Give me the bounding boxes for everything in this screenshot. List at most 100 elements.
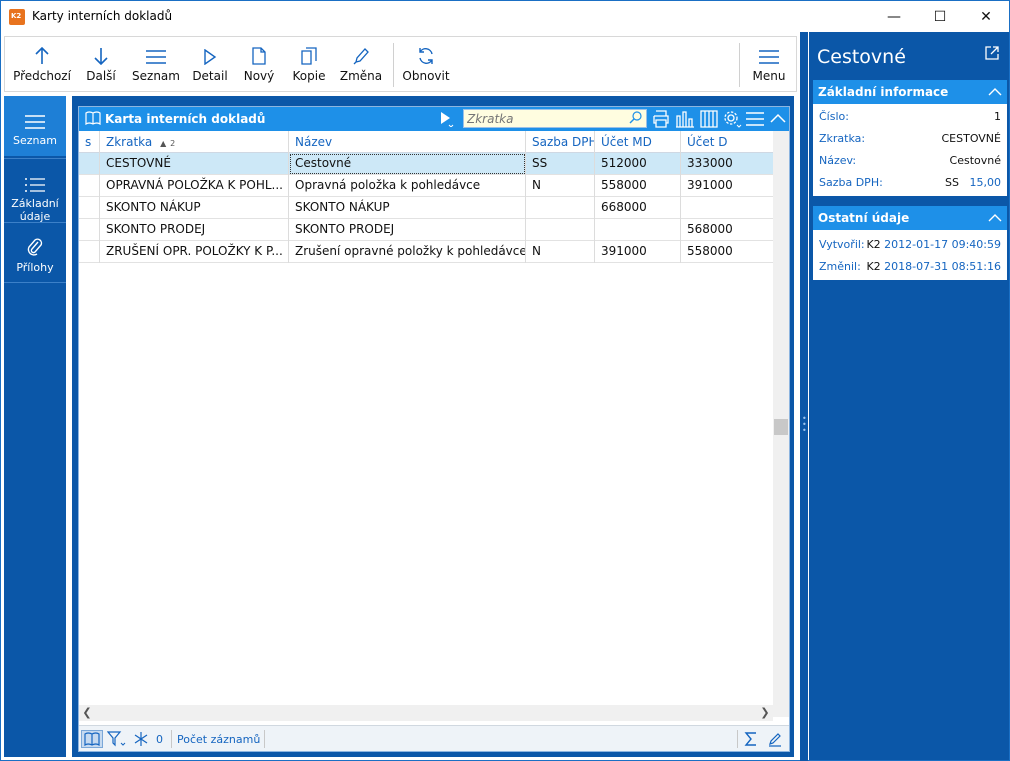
open-external-icon[interactable] [985, 46, 999, 63]
changed-user: K2 [866, 260, 881, 273]
table-row[interactable]: SKONTO PRODEJ SKONTO PRODEJ 568000 [79, 219, 773, 241]
settings-dropdown-icon[interactable] [723, 110, 743, 131]
cell-nazev: SKONTO NÁKUP [289, 197, 526, 219]
cell-ucet-d [681, 197, 773, 219]
column-header-sazba-dph[interactable]: Sazba DPH [526, 131, 595, 153]
copy-button[interactable]: Kopie [289, 37, 329, 91]
next-label: Další [86, 69, 116, 83]
field-zkratka: Zkratka: CESTOVNÉ [819, 132, 1001, 145]
search-icon[interactable] [629, 111, 643, 128]
collapse-chevron-icon[interactable] [983, 206, 1007, 230]
book-icon [85, 111, 101, 128]
new-label: Nový [243, 69, 275, 83]
edit-button[interactable] [767, 730, 783, 748]
cell-sazba-dph [526, 219, 595, 241]
scroll-right-icon[interactable]: ❯ [757, 705, 773, 721]
left-navigation: Seznam Základní údaje Přílohy [4, 96, 66, 757]
play-dropdown-icon[interactable] [439, 111, 455, 130]
book-view-button[interactable] [81, 730, 103, 748]
horizontal-scrollbar[interactable]: ❮ ❯ [79, 705, 773, 721]
list-button[interactable]: Seznam [131, 37, 181, 91]
sazba-code: SS [945, 176, 959, 189]
minimize-button[interactable]: — [871, 1, 917, 32]
column-header-s[interactable]: s [79, 131, 100, 153]
cell-zkratka: SKONTO NÁKUP [100, 197, 289, 219]
table-row[interactable]: CESTOVNÉ Cestovné SS 512000 333000 [79, 153, 773, 175]
change-label: Změna [339, 69, 383, 83]
columns-icon[interactable] [699, 110, 719, 131]
cell-ucet-d: 558000 [687, 244, 733, 258]
status-separator [737, 730, 738, 748]
cell-ucet-md: 558000 [595, 175, 681, 197]
column-header-zkratka[interactable]: Zkratka ▲ 2 [100, 131, 289, 153]
cell-s [79, 219, 100, 241]
records-grid: Karta interních dokladů s [78, 106, 790, 752]
snowflake-button[interactable] [133, 730, 149, 748]
cell-zkratka: OPRAVNÁ POLOŽKA K POHL... [100, 175, 289, 197]
table-row[interactable]: SKONTO NÁKUP SKONTO NÁKUP 668000 [79, 197, 773, 219]
section-body-basic-info: Číslo: 1 Zkratka: CESTOVNÉ Název: Cestov… [813, 104, 1007, 196]
field-created: Vytvořil: K2 2012-01-17 09:40:59 [819, 238, 1001, 251]
field-nazev: Název: Cestovné [819, 154, 1001, 167]
list-label: Seznam [132, 69, 180, 83]
nav-item-prilohy[interactable]: Přílohy [4, 223, 66, 281]
cell-zkratka: SKONTO PRODEJ [100, 219, 289, 241]
bar-chart-icon[interactable] [675, 110, 695, 131]
arrow-down-icon [81, 37, 121, 65]
snowflake-icon [134, 732, 148, 746]
next-button[interactable]: Další [81, 37, 121, 91]
table-row[interactable]: ZRUŠENÍ OPR. POLOŽKY K P... Zrušení opra… [79, 241, 773, 263]
menu-lines-icon[interactable] [745, 110, 765, 131]
list-bullets-icon [4, 159, 66, 193]
cell-nazev[interactable]: Cestovné [289, 153, 526, 175]
record-count-label[interactable]: Počet záznamů [177, 730, 260, 748]
maximize-button[interactable]: ☐ [917, 1, 963, 32]
toolbar-separator [393, 43, 394, 87]
cell-ucet-d: 568000 [687, 222, 733, 236]
refresh-button[interactable]: Obnovit [401, 37, 451, 91]
cell-s [79, 241, 100, 263]
nav-item-seznam[interactable]: Seznam [4, 96, 66, 156]
nav-item-zakladni-udaje[interactable]: Základní údaje [4, 159, 66, 223]
menu-button[interactable]: Menu [749, 37, 789, 91]
search-box[interactable] [463, 109, 647, 128]
cell-ucet-d: 391000 [687, 178, 733, 192]
filter-icon [107, 731, 126, 747]
sort-index: 2 [170, 139, 176, 148]
field-cislo: Číslo: 1 [819, 110, 1001, 123]
section-header-basic-info[interactable]: Základní informace [813, 80, 1007, 104]
column-header-nazev[interactable]: Název [289, 131, 526, 153]
new-button[interactable]: Nový [241, 37, 277, 91]
created-at: 2012-01-17 09:40:59 [884, 238, 1001, 251]
column-header-ucet-md[interactable]: Účet MD [595, 131, 681, 153]
collapse-chevron-icon[interactable] [983, 80, 1007, 104]
cell-zkratka: CESTOVNÉ [100, 153, 289, 175]
cell-ucet-md: 512000 [595, 153, 681, 175]
refresh-label: Obnovit [402, 69, 450, 83]
vertical-scrollbar-thumb[interactable] [774, 419, 788, 435]
scroll-left-icon[interactable]: ❮ [79, 705, 95, 721]
created-user: K2 [866, 238, 881, 251]
copy-icon [289, 37, 329, 65]
table-row[interactable]: OPRAVNÁ POLOŽKA K POHL... Opravná položk… [79, 175, 773, 197]
filter-dropdown-button[interactable] [107, 730, 127, 748]
change-button[interactable]: Změna [339, 37, 383, 91]
sigma-icon [744, 732, 756, 746]
list-icon [131, 37, 181, 65]
changed-at: 2018-07-31 08:51:16 [884, 260, 1001, 273]
previous-button[interactable]: Předchozí [13, 37, 71, 91]
section-header-other-info[interactable]: Ostatní údaje [813, 206, 1007, 230]
vertical-scrollbar[interactable] [773, 131, 789, 717]
collapse-chevron-icon[interactable] [769, 110, 787, 131]
sum-button[interactable] [743, 730, 759, 748]
search-input[interactable] [464, 110, 624, 127]
print-icon[interactable] [651, 110, 671, 131]
detail-button[interactable]: Detail [191, 37, 229, 91]
close-button[interactable]: ✕ [963, 1, 1009, 32]
panel-splitter[interactable]: • • • [800, 32, 808, 761]
previous-label: Předchozí [13, 69, 71, 83]
list-lines-icon [4, 96, 66, 130]
column-header-ucet-d[interactable]: Účet D [681, 131, 773, 153]
toolbar: Předchozí Další Seznam Detail Nový Kopie [4, 36, 797, 92]
cell-ucet-md: 668000 [595, 197, 681, 219]
